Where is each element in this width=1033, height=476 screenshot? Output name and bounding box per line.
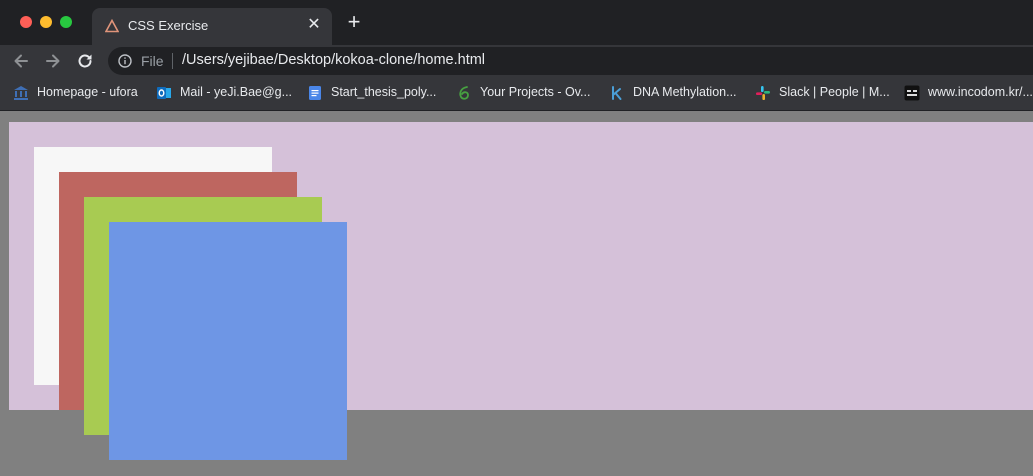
triangle-favicon-icon: [105, 19, 119, 33]
forward-arrow-icon[interactable]: [44, 52, 62, 70]
bookmark-label: DNA Methylation...: [633, 85, 737, 99]
google-docs-icon: [309, 86, 321, 100]
omnibox-divider: [172, 53, 173, 69]
window-maximize-button[interactable]: [60, 16, 72, 28]
bookmark-label: www.incodom.kr/...: [928, 85, 1033, 99]
tab-strip: CSS Exercise ✕ +: [0, 0, 1033, 45]
reload-icon[interactable]: [76, 52, 94, 70]
url-scheme-label: File: [141, 53, 164, 69]
incodom-icon: [904, 85, 920, 101]
tab-title: CSS Exercise: [128, 18, 209, 33]
back-arrow-icon[interactable]: [12, 52, 30, 70]
browser-toolbar: File /Users/yejibae/Desktop/kokoa-clone/…: [0, 45, 1033, 77]
active-tab[interactable]: CSS Exercise ✕: [92, 8, 332, 45]
new-tab-button[interactable]: +: [345, 11, 363, 33]
k-icon: [612, 86, 622, 100]
info-icon[interactable]: [118, 54, 132, 68]
bookmark-label: Mail - yeJi.Bae@g...: [180, 85, 293, 99]
address-bar[interactable]: File /Users/yejibae/Desktop/kokoa-clone/…: [108, 47, 1033, 75]
blue-square: [109, 222, 347, 460]
bookmarks-bar: Homepage - ufora Mail - yeJi.Bae@g... St…: [0, 77, 1033, 111]
slack-icon: [756, 86, 770, 100]
window-minimize-button[interactable]: [40, 16, 52, 28]
overleaf-icon: [459, 86, 469, 100]
outlook-icon: [157, 87, 171, 99]
bookmark-label: Slack | People | M...: [779, 85, 890, 99]
tab-close-icon[interactable]: ✕: [306, 17, 322, 33]
url-text[interactable]: /Users/yejibae/Desktop/kokoa-clone/home.…: [182, 52, 485, 68]
window-close-button[interactable]: [20, 16, 32, 28]
bookmark-label: Your Projects - Ov...: [480, 85, 591, 99]
bookmark-label: Start_thesis_poly...: [331, 85, 437, 99]
university-icon: [14, 86, 28, 100]
bookmark-label: Homepage - ufora: [37, 85, 138, 99]
page-viewport: [0, 111, 1033, 476]
